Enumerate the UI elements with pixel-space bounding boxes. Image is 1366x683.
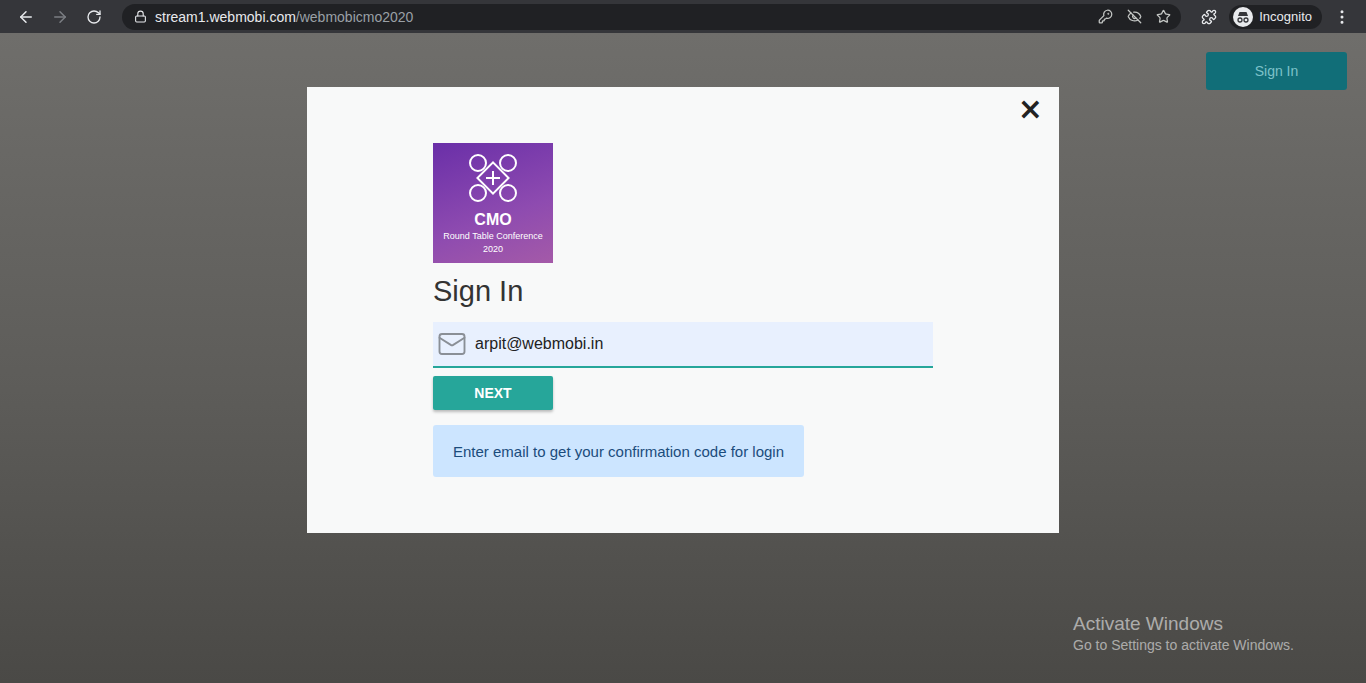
watermark-subtitle: Go to Settings to activate Windows. — [1073, 637, 1294, 653]
arrow-right-icon — [51, 8, 69, 26]
screen: stream1.webmobi.com/webmobicmo2020 Incogn… — [0, 0, 1366, 683]
knot-icon — [466, 151, 520, 205]
sign-in-heading: Sign In — [433, 275, 523, 308]
key-icon[interactable] — [1098, 9, 1113, 24]
next-button[interactable]: NEXT — [433, 376, 553, 410]
url-path: /webmobicmo2020 — [296, 9, 414, 25]
star-icon[interactable] — [1156, 9, 1171, 24]
more-icon — [1333, 8, 1351, 26]
extensions-button[interactable] — [1195, 3, 1223, 31]
eye-off-icon[interactable] — [1127, 9, 1142, 24]
back-button[interactable] — [12, 3, 40, 31]
logo-subtitle: Round Table Conference — [443, 231, 542, 242]
menu-button[interactable] — [1328, 3, 1356, 31]
close-button[interactable]: × — [1014, 91, 1047, 126]
arrow-left-icon — [17, 8, 35, 26]
logo-subtitle: 2020 — [483, 244, 503, 255]
windows-watermark: Activate Windows Go to Settings to activa… — [1073, 613, 1294, 653]
puzzle-icon — [1201, 9, 1217, 25]
header-sign-in-button[interactable]: Sign In — [1206, 52, 1347, 90]
profile-label: Incognito — [1259, 9, 1312, 24]
profile-chip[interactable]: Incognito — [1229, 5, 1322, 29]
address-bar[interactable]: stream1.webmobi.com/webmobicmo2020 — [122, 4, 1181, 30]
address-bar-icons — [1098, 9, 1171, 24]
watermark-title: Activate Windows — [1073, 613, 1294, 635]
logo-title: CMO — [474, 211, 511, 229]
mail-icon — [437, 329, 467, 359]
reload-button[interactable] — [80, 3, 108, 31]
info-message: Enter email to get your confirmation cod… — [433, 425, 804, 477]
lock-icon — [134, 10, 147, 23]
reload-icon — [86, 9, 102, 25]
sign-in-modal: × CMO Round Table Conference 2020 Sign In NEX… — [307, 87, 1059, 533]
event-logo: CMO Round Table Conference 2020 — [433, 143, 553, 263]
incognito-icon — [1233, 7, 1253, 27]
forward-button[interactable] — [46, 3, 74, 31]
email-input[interactable] — [473, 334, 929, 354]
email-field — [433, 322, 933, 368]
url-text: stream1.webmobi.com/webmobicmo2020 — [155, 9, 1090, 25]
browser-toolbar: stream1.webmobi.com/webmobicmo2020 Incogn… — [0, 0, 1366, 33]
page-background: Sign In × CMO Round Table Conference 2020 Sig… — [0, 33, 1366, 683]
